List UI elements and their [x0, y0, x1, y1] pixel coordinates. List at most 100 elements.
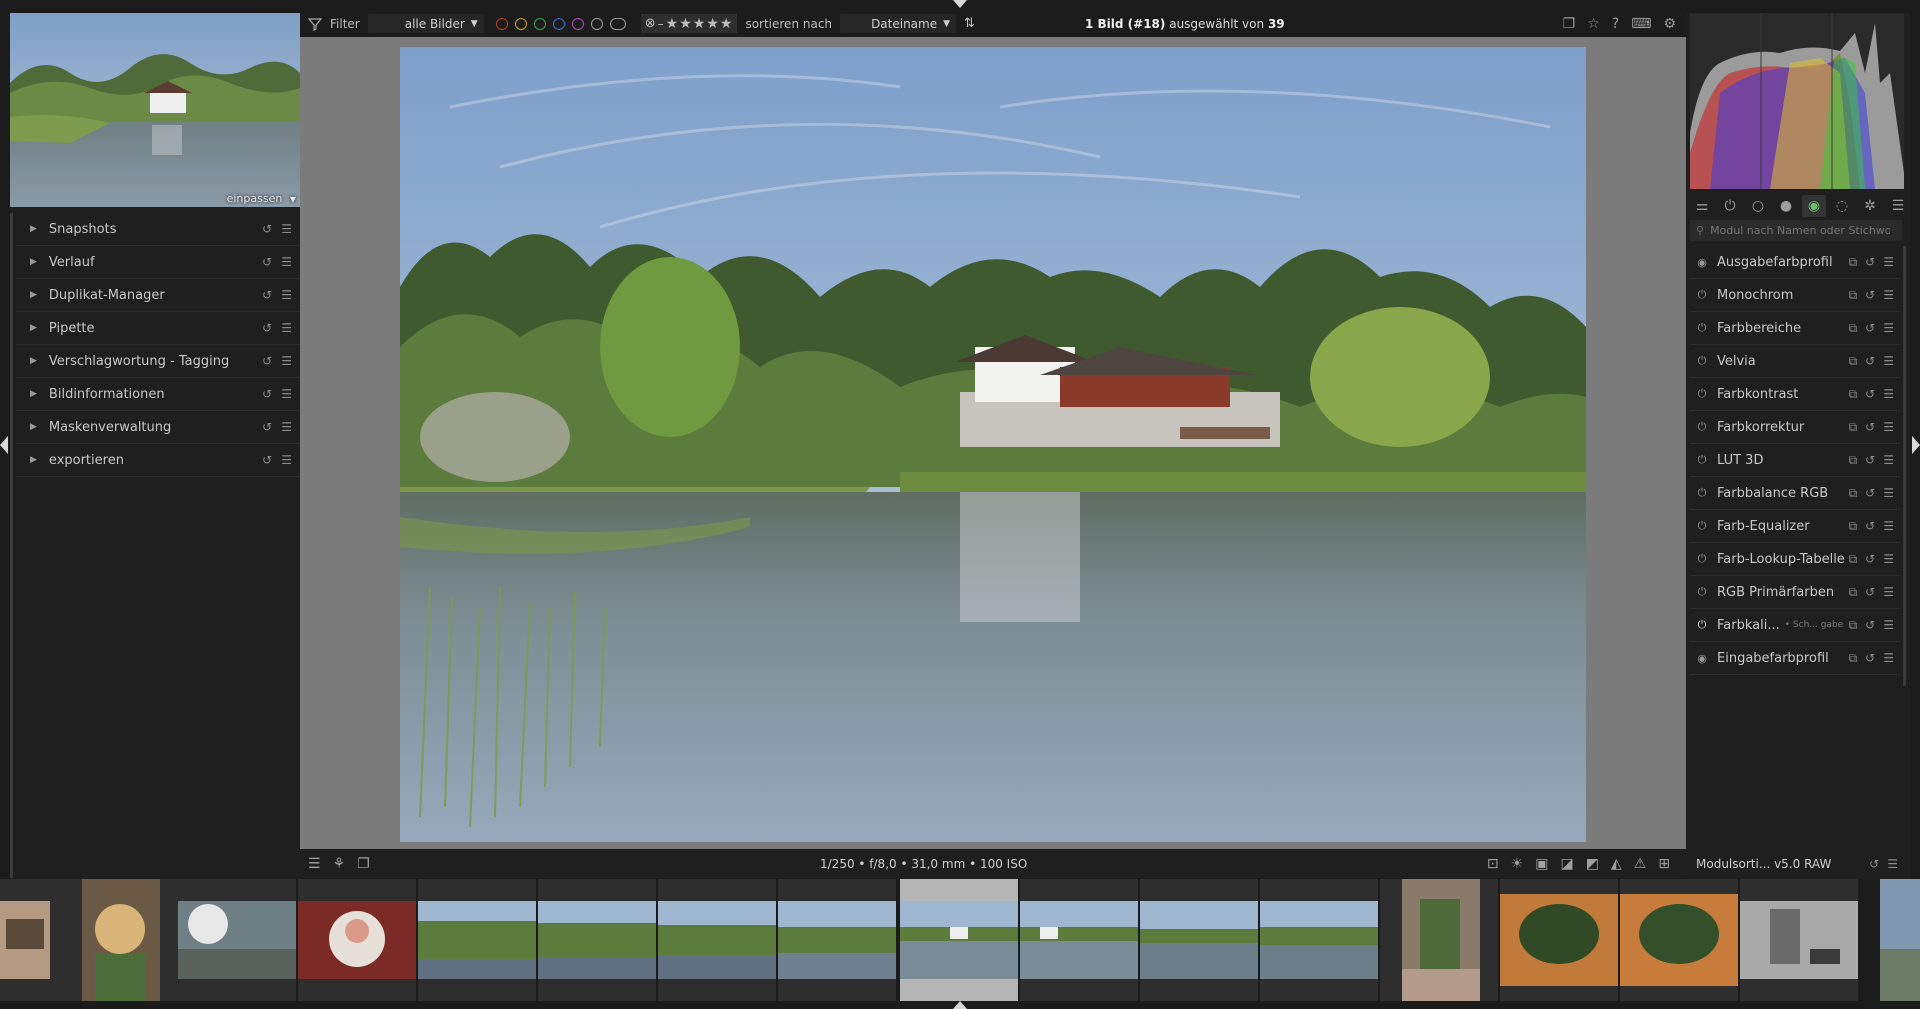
reset-icon[interactable]: ↺: [1865, 585, 1875, 600]
quick-access-icon[interactable]: ⚌: [1690, 195, 1714, 217]
help-icon[interactable]: ?: [1612, 16, 1619, 32]
presets-icon[interactable]: ☰: [1883, 288, 1894, 303]
reset-icon[interactable]: ↺: [1865, 255, 1875, 270]
reset-icon[interactable]: ↺: [262, 255, 272, 269]
center-view[interactable]: [300, 37, 1686, 849]
power-icon[interactable]: ⏻: [1696, 387, 1708, 401]
filmstrip[interactable]: [0, 879, 1920, 1001]
star-icon[interactable]: ★: [693, 16, 706, 32]
clipping-icon[interactable]: ◩: [1586, 856, 1599, 872]
filmstrip-thumb[interactable]: [0, 879, 60, 1001]
top-panel-toggle[interactable]: [953, 0, 967, 8]
styles-icon[interactable]: ⚘: [333, 856, 346, 872]
gear-icon[interactable]: ⚙: [1663, 16, 1676, 32]
instance-icon[interactable]: ⧉: [1849, 255, 1858, 270]
star-icon[interactable]: ★: [666, 16, 679, 32]
power-icon[interactable]: ⏻: [1696, 552, 1708, 566]
reset-icon[interactable]: ↺: [262, 387, 272, 401]
warning-icon[interactable]: ⚠: [1634, 856, 1647, 872]
module-output-color-profile[interactable]: ◉ Ausgabefarbprofil ⧉ ↺ ☰: [1690, 246, 1900, 279]
instance-icon[interactable]: ⧉: [1849, 486, 1858, 501]
effect-group-icon[interactable]: ✲: [1858, 195, 1882, 217]
module-color-lookup-table[interactable]: ⏻ Farb-Lookup-Tabelle ⧉ ↺ ☰: [1690, 543, 1900, 576]
reset-icon[interactable]: ↺: [262, 222, 272, 236]
right-panel-toggle[interactable]: [1912, 436, 1920, 454]
power-icon[interactable]: ⏻: [1696, 354, 1708, 368]
presets-icon[interactable]: ☰: [1883, 255, 1894, 270]
active-modules-icon[interactable]: ⏻: [1718, 195, 1742, 217]
instance-icon[interactable]: ⧉: [1849, 420, 1858, 435]
power-icon[interactable]: ⏻: [1696, 321, 1708, 335]
presets-icon[interactable]: ☰: [281, 387, 292, 401]
reset-icon[interactable]: ↺: [1865, 552, 1875, 567]
filter-icon[interactable]: [308, 17, 322, 31]
module-monochrome[interactable]: ⏻ Monochrom ⧉ ↺ ☰: [1690, 279, 1900, 312]
window-icon[interactable]: ❐: [1563, 16, 1576, 32]
reset-icon[interactable]: ↺: [1865, 651, 1875, 666]
module-order-bar[interactable]: Modulsorti... v5.0 RAW ↺ ☰: [1686, 850, 1910, 878]
filmstrip-thumb[interactable]: [1740, 879, 1858, 1001]
module-color-calibration[interactable]: ⏻ Farbkali... • Sch... gabe ⧉ ↺ ☰: [1690, 609, 1900, 642]
filmstrip-thumb[interactable]: [60, 879, 178, 1001]
presets-icon[interactable]: ☰: [1883, 453, 1894, 468]
correct-group-icon[interactable]: ◌: [1830, 195, 1854, 217]
module-history[interactable]: ▶ Verlauf ↺ ☰: [16, 246, 300, 279]
module-color-contrast[interactable]: ⏻ Farbkontrast ⧉ ↺ ☰: [1690, 378, 1900, 411]
green-label-filter[interactable]: [533, 17, 546, 30]
purple-label-filter[interactable]: [571, 17, 584, 30]
filmstrip-thumb[interactable]: [1620, 879, 1738, 1001]
power-icon[interactable]: ⏻: [1696, 519, 1708, 533]
filmstrip-thumb[interactable]: [178, 879, 296, 1001]
tone-group-icon[interactable]: ●: [1774, 195, 1798, 217]
group-presets-icon[interactable]: ☰: [1886, 195, 1910, 217]
reset-icon[interactable]: ↺: [262, 288, 272, 302]
presets-icon[interactable]: ☰: [281, 288, 292, 302]
rating-filter[interactable]: ⊗ – ★ ★ ★ ★ ★: [640, 14, 738, 33]
instance-icon[interactable]: ⧉: [1849, 651, 1858, 666]
reset-icon[interactable]: ↺: [262, 321, 272, 335]
presets-icon[interactable]: ☰: [281, 321, 292, 335]
display-profile-icon[interactable]: ▣: [1535, 856, 1548, 872]
base-group-icon[interactable]: ○: [1746, 195, 1770, 217]
filmstrip-thumb[interactable]: [658, 879, 776, 1001]
instance-icon[interactable]: ⧉: [1849, 519, 1858, 534]
instance-icon[interactable]: ⧉: [1849, 585, 1858, 600]
presets-icon[interactable]: ☰: [281, 453, 292, 467]
blue-label-filter[interactable]: [552, 17, 565, 30]
power-on-icon[interactable]: ⏻: [1696, 618, 1708, 632]
collection-dropdown[interactable]: alle Bilder ▼: [367, 14, 484, 33]
any-label-filter[interactable]: [590, 17, 603, 30]
instance-icon[interactable]: ⧉: [1849, 288, 1858, 303]
presets-icon[interactable]: ☰: [281, 222, 292, 236]
reset-icon[interactable]: ↺: [1865, 486, 1875, 501]
module-color-correction[interactable]: ⏻ Farbkorrektur ⧉ ↺ ☰: [1690, 411, 1900, 444]
reset-icon[interactable]: ↺: [1865, 288, 1875, 303]
instance-icon[interactable]: ⧉: [1849, 552, 1858, 567]
presets-icon[interactable]: ☰: [1883, 321, 1894, 336]
module-image-information[interactable]: ▶ Bildinformationen ↺ ☰: [16, 378, 300, 411]
bulb-icon[interactable]: ☀: [1511, 856, 1524, 872]
instance-icon[interactable]: ⧉: [1849, 453, 1858, 468]
filmstrip-thumb[interactable]: [538, 879, 656, 1001]
star-icon[interactable]: ★: [679, 16, 692, 32]
instance-icon[interactable]: ⧉: [1849, 387, 1858, 402]
presets-icon[interactable]: ☰: [1883, 420, 1894, 435]
sort-order-icon[interactable]: ⇅: [964, 16, 975, 31]
presets-icon[interactable]: ☰: [1883, 585, 1894, 600]
color-group-icon[interactable]: ◉: [1802, 195, 1826, 217]
presets-icon[interactable]: ☰: [1883, 552, 1894, 567]
reset-icon[interactable]: ↺: [1865, 453, 1875, 468]
sort-dropdown[interactable]: Dateiname ▼: [840, 14, 957, 33]
main-image[interactable]: [400, 47, 1586, 842]
filmstrip-thumb[interactable]: [1500, 879, 1618, 1001]
left-scrollbar[interactable]: [10, 213, 13, 878]
presets-icon[interactable]: ☰: [1883, 354, 1894, 369]
left-panel-toggle[interactable]: [0, 436, 8, 454]
reset-icon[interactable]: ↺: [1869, 857, 1879, 871]
reset-icon[interactable]: ↺: [262, 354, 272, 368]
reset-icon[interactable]: ↺: [1865, 519, 1875, 534]
second-window-icon[interactable]: ❐: [357, 856, 370, 872]
module-duplicate-manager[interactable]: ▶ Duplikat-Manager ↺ ☰: [16, 279, 300, 312]
grid-icon[interactable]: ⊞: [1658, 856, 1670, 872]
module-search-field[interactable]: ⚲: [1690, 220, 1902, 241]
